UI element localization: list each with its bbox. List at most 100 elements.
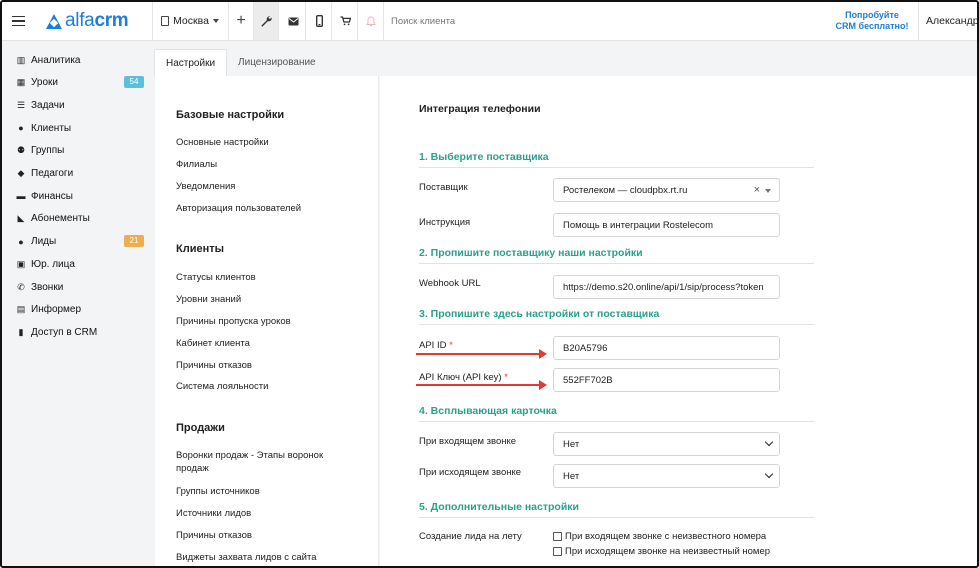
lock-icon: ▮ [18,326,24,337]
divider [331,2,332,40]
nav-link[interactable]: Статусы клиентов [176,271,356,284]
api-key-label: API Ключ (API key) * [419,372,508,383]
nav-group-title: Клиенты [176,243,225,255]
analytics-icon: ▥ [16,54,26,65]
finance-icon: ▬ [16,191,26,202]
sidebar-item[interactable]: ▣ Юр. лица [16,254,144,274]
tab-licensing-label: Лицензирование [238,57,316,68]
sidebar-item[interactable]: ● Лиды 21 [16,232,144,252]
nav-link[interactable]: Виджеты захвата лидов с сайта [176,551,356,564]
api-key-value: 552FF702B [563,374,613,386]
settings-nav: Базовые настройки Основные настройки Филиа… [155,76,379,566]
nav-link[interactable]: Филиалы [176,158,356,171]
tab-licensing[interactable]: Лицензирование [227,49,327,76]
sidebar-item[interactable]: ▮ Доступ в CRM [16,322,144,342]
user-name: Александр [926,15,979,27]
nav-link[interactable]: Воронки продаж - Этапы воронок продаж [176,449,356,475]
promo-link[interactable]: Попробуйте CRM бесплатно! [828,2,916,40]
sidebar-item[interactable]: ▤ Информер [16,300,144,320]
nav-link[interactable]: Источники лидов [176,507,356,520]
nav-group-title: Продажи [176,422,225,434]
informer-icon: ▤ [16,304,26,315]
promo-line-1: Попробуйте [845,10,899,20]
instruction-link[interactable]: Помощь в интеграции Rostelecom [553,213,780,237]
sidebar-item-label: Педагоги [31,168,74,179]
check-row-incoming: При входящем звонке с неизвестного номер… [553,531,766,542]
section-additional: 5. Дополнительные настройки [419,501,814,518]
sidebar-item[interactable]: ✆ Звонки [16,277,144,297]
cart-icon[interactable] [333,2,357,40]
nav-link[interactable]: Группы источников [176,485,356,498]
caret-down-icon [765,189,771,193]
webhook-url-field[interactable]: https://demo.s20.online/api/1/sip/proces… [553,275,780,299]
city-label: Москва [173,15,209,27]
calendar-icon: ▦ [16,77,26,88]
nav-link[interactable]: Причины пропуска уроков [176,315,356,328]
sidebar-item-label: Финансы [31,190,73,202]
hamburger-icon[interactable] [8,2,28,40]
nav-link[interactable]: Причины отказов [176,359,356,372]
sidebar-item[interactable]: ▬ Финансы [16,186,144,206]
tab-settings[interactable]: Настройки [154,49,228,76]
top-bar: alfacrm Москва + Поиск клиента Попробуйт… [2,2,979,41]
sidebar-item[interactable]: ● Клиенты [16,118,144,138]
logo[interactable]: alfacrm [46,2,140,40]
plus-icon[interactable]: + [229,2,253,40]
search-input[interactable]: Поиск клиента [391,2,591,40]
outgoing-call-select[interactable]: Нет [553,464,780,488]
divider [305,2,306,40]
wrench-icon[interactable] [254,2,278,40]
nav-link[interactable]: Уведомления [176,180,356,193]
tab-bar: Настройки Лицензирование [154,49,327,76]
api-key-field[interactable]: 552FF702B [553,368,780,392]
incoming-call-select[interactable]: Нет [553,432,780,456]
tab-settings-label: Настройки [166,57,216,69]
chevron-down-icon [764,437,774,447]
sidebar-item[interactable]: ☰ Задачи [16,95,144,115]
logo-text: alfacrm [65,10,129,31]
divider [278,2,279,40]
api-id-value: B20A5796 [563,342,608,354]
outgoing-call-value: Нет [563,470,580,482]
incoming-call-value: Нет [563,438,580,450]
mail-icon[interactable] [281,2,305,40]
provider-select[interactable]: Ростелеком — cloudpbx.rt.ru × [553,178,780,202]
nav-link[interactable]: Причины отказов [176,529,356,542]
sidebar-item[interactable]: ▥ Аналитика [16,50,144,70]
api-id-field[interactable]: B20A5796 [553,336,780,360]
graduation-cap-icon: ◆ [17,168,25,178]
city-selector[interactable]: Москва [158,2,222,40]
sidebar-item-label: Доступ в CRM [31,326,98,338]
nav-link[interactable]: Авторизация пользователей [176,202,356,215]
section-choose-provider: 1. Выберите поставщика [419,151,814,168]
required-mark: * [449,340,453,351]
mobile-icon[interactable] [307,2,331,40]
checkbox-incoming-unknown[interactable] [553,532,562,541]
checkbox-outgoing-unknown[interactable] [553,547,562,556]
group-icon: ⚉ [16,145,26,156]
outgoing-call-label: При исходящем звонке [419,467,522,478]
sidebar-item[interactable]: ◆ Педагоги [16,164,144,184]
count-badge: 54 [124,75,144,88]
tag-icon: ◣ [17,213,25,224]
section-popup-card: 4. Всплывающая карточка [419,405,814,422]
sidebar-item[interactable]: ▦ Уроки 54 [16,73,144,93]
nav-link[interactable]: Уровни знаний [176,293,356,306]
required-mark: * [504,372,508,383]
user-menu[interactable]: Александр [926,2,979,40]
section-provider-settings: 2. Пропишите поставщику наши настройки [419,247,814,264]
nav-link[interactable]: Система лояльности [176,380,356,393]
section-provider-credentials: 3. Пропишите здесь настройки от поставщи… [419,308,814,325]
divider [918,2,919,40]
sidebar-item-label: Звонки [31,281,64,293]
briefcase-icon: ▣ [16,258,26,269]
sidebar-item[interactable]: ◣ Абонементы [16,209,144,229]
nav-group-title: Базовые настройки [176,109,285,121]
clear-icon[interactable]: × [754,184,760,196]
sidebar-item-label: Группы [31,145,65,157]
nav-link[interactable]: Кабинет клиента [176,337,356,350]
bell-icon[interactable] [359,2,383,40]
nav-link[interactable]: Основные настройки [176,136,356,149]
sidebar-item-label: Лиды [31,236,57,248]
sidebar-item[interactable]: ⚉ Группы [16,141,144,161]
